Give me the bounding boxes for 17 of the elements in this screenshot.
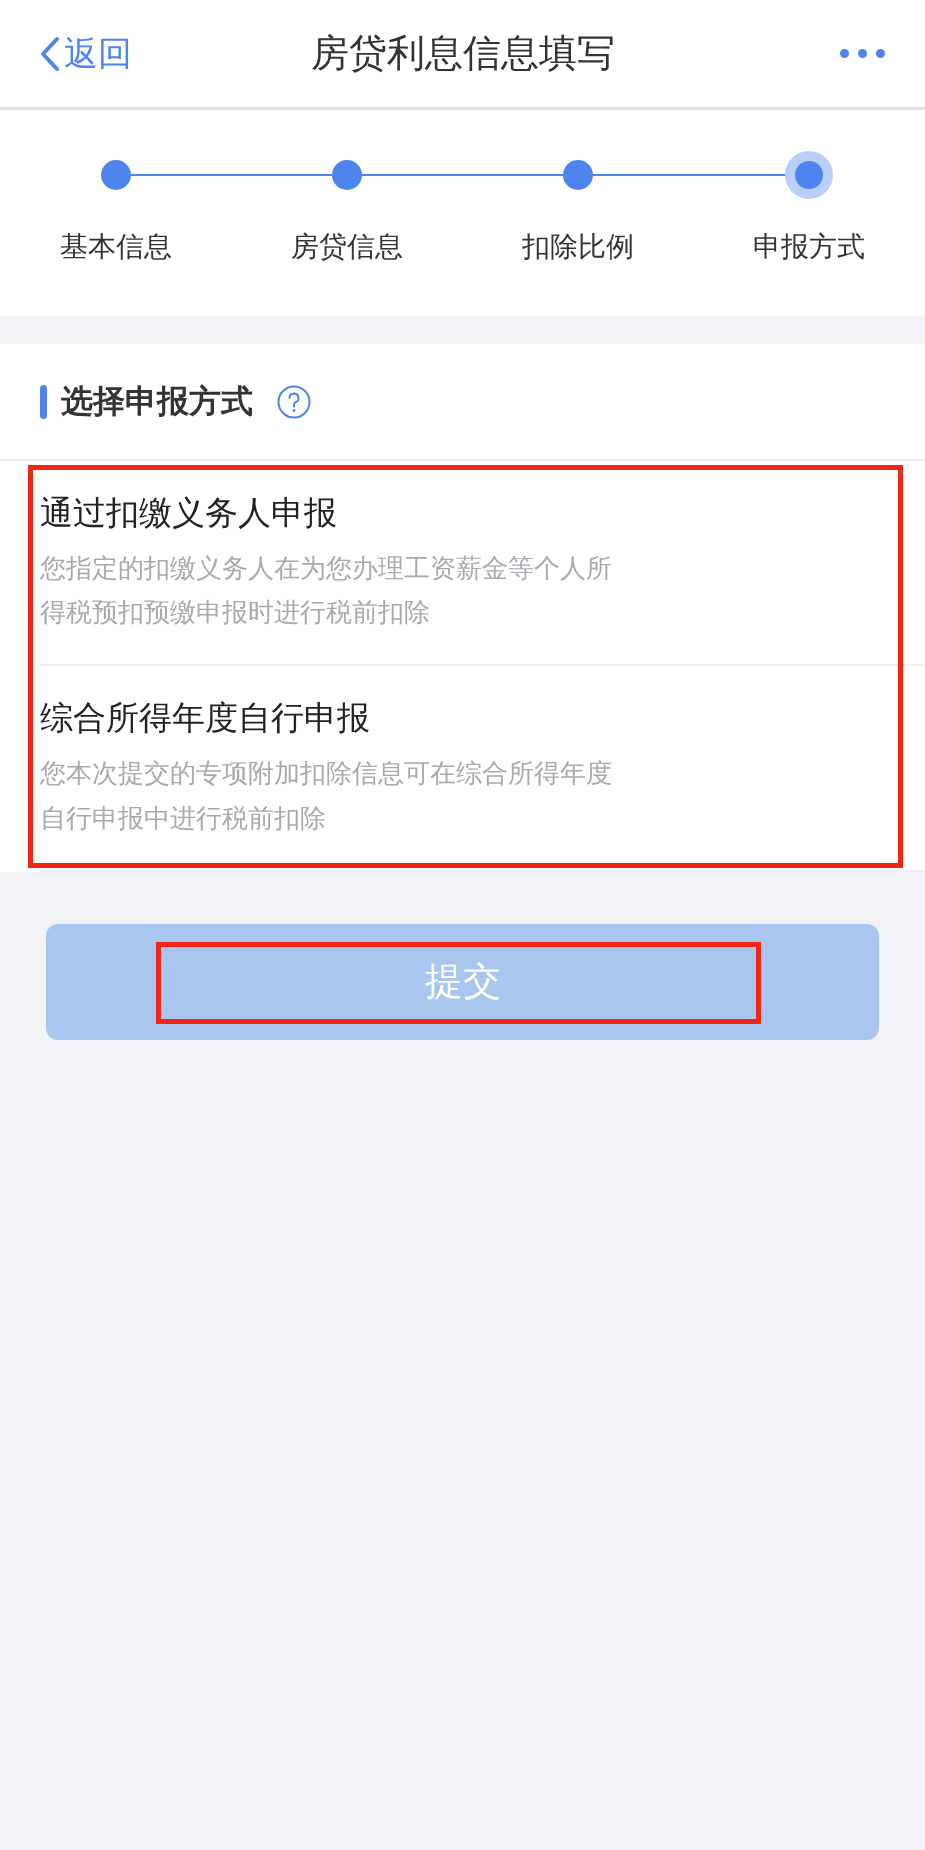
option-title: 综合所得年度自行申报 (40, 697, 371, 740)
page-title: 房贷利息信息填写 (310, 31, 615, 75)
back-button[interactable]: 返回 (40, 30, 132, 77)
option-title: 通过扣缴义务人申报 (40, 492, 338, 534)
step-label: 房贷信息 (290, 229, 403, 265)
option-item[interactable]: 通过扣缴义务人申报 您指定的扣缴义务人在为您办理工资薪金等个人所 得税预扣预缴申报时进行税前扣除 (40, 461, 925, 667)
section-title: 选择申报方式 (61, 380, 253, 422)
section-marker (40, 384, 47, 419)
option-description: 您本次提交的专项附加扣除信息可在综合所得年度 自行申报中进行税前扣除 (40, 757, 613, 835)
back-chevron-icon (40, 35, 60, 72)
step-label: 基本信息 (59, 229, 172, 265)
more-icon[interactable] (840, 49, 885, 58)
step-label: 扣除比例 (522, 229, 635, 265)
option-description: 您指定的扣缴义务人在为您办理工资薪金等个人所 得税预扣预缴申报时进行税前扣除 (40, 552, 613, 630)
help-icon[interactable] (277, 384, 311, 419)
step-label: 申报方式 (753, 229, 866, 265)
option-item[interactable]: 综合所得年度自行申报 您本次提交的专项附加扣除信息可在综合所得年度 自行申报中进行税前扣除 (40, 666, 925, 872)
